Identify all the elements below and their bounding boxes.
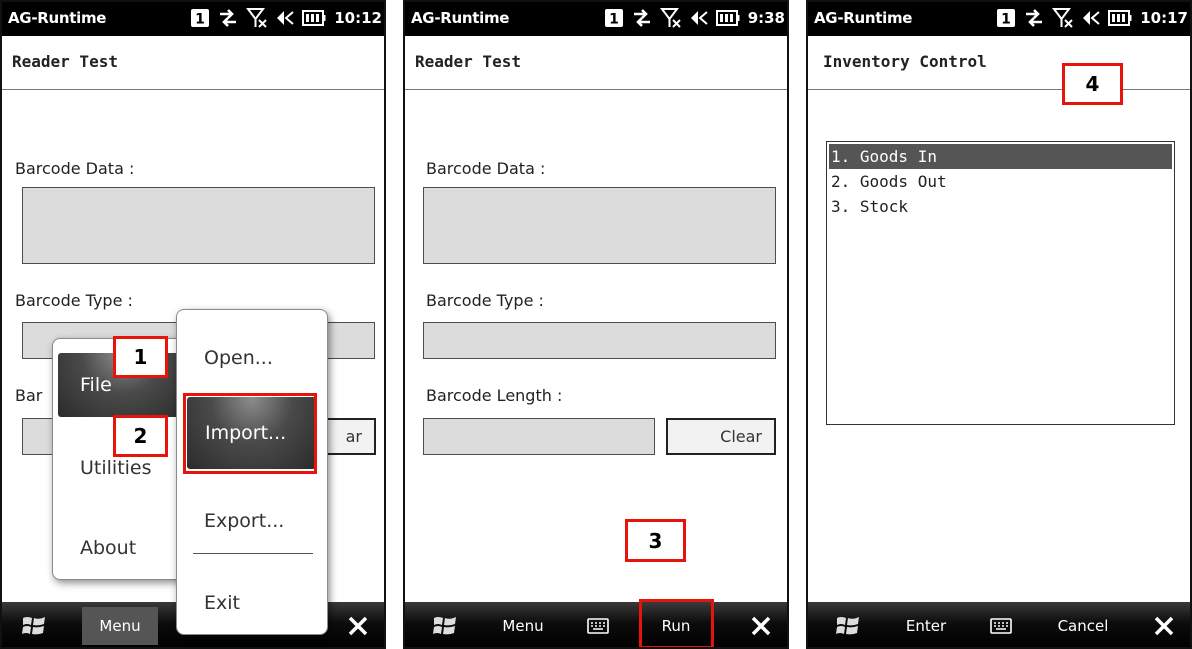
- barcode-data-label: Barcode Data :: [426, 159, 546, 178]
- barcode-length-label: Bar: [15, 386, 43, 405]
- menu-item-export[interactable]: Export...: [204, 510, 284, 532]
- battery-icon: [302, 9, 326, 27]
- volume-icon: [1081, 8, 1101, 28]
- sim-slot-1-icon: 1: [996, 8, 1016, 28]
- battery-icon: [1108, 9, 1132, 27]
- menu-item-utilities[interactable]: Utilities: [80, 457, 152, 479]
- callout-4: 4: [1062, 63, 1123, 105]
- status-bar: AG-Runtime 1 10:17: [806, 0, 1192, 36]
- barcode-data-field[interactable]: [423, 187, 776, 264]
- data-sync-icon: [631, 8, 653, 28]
- svg-text:1: 1: [609, 12, 619, 28]
- no-signal-icon: [246, 7, 268, 29]
- callout-3: 3: [625, 519, 686, 562]
- status-bar: AG-Runtime 1 9:38: [403, 0, 789, 36]
- menu-item-exit[interactable]: Exit: [204, 592, 240, 614]
- close-icon[interactable]: [338, 602, 378, 649]
- windows-start-icon[interactable]: [828, 602, 868, 649]
- page-title: Inventory Control: [823, 52, 987, 71]
- app-name: AG-Runtime: [411, 9, 510, 27]
- screen-reader-test-menu: AG-Runtime 1 10:12 Reader Test Barcode D…: [0, 0, 386, 649]
- barcode-type-field[interactable]: [423, 322, 776, 359]
- svg-text:1: 1: [195, 12, 205, 28]
- callout-2: 2: [113, 415, 168, 457]
- menu-softkey[interactable]: Menu: [485, 602, 561, 649]
- status-bar: AG-Runtime 1 10:12: [0, 0, 386, 36]
- enter-softkey[interactable]: Enter: [888, 602, 964, 649]
- menu-separator: [193, 553, 313, 554]
- menu-item-open[interactable]: Open...: [204, 347, 273, 369]
- clock: 9:38: [747, 9, 785, 27]
- import-highlight-box: [183, 393, 317, 474]
- svg-text:1: 1: [1001, 12, 1011, 28]
- menu-item-about[interactable]: About: [80, 537, 136, 559]
- app-name: AG-Runtime: [8, 9, 107, 27]
- barcode-type-label: Barcode Type :: [426, 291, 544, 310]
- barcode-length-label: Barcode Length :: [426, 386, 563, 405]
- clock: 10:17: [1140, 9, 1188, 27]
- clock: 10:12: [334, 9, 382, 27]
- barcode-length-field[interactable]: [423, 418, 655, 455]
- title-bar: Reader Test: [0, 36, 386, 90]
- windows-start-icon[interactable]: [14, 602, 54, 649]
- windows-start-icon[interactable]: [425, 602, 465, 649]
- screen-inventory-control: AG-Runtime 1 10:17 Inventory Control 1. …: [806, 0, 1192, 649]
- list-item-goods-in[interactable]: 1. Goods In: [829, 144, 1172, 169]
- list-item-goods-out[interactable]: 2. Goods Out: [829, 169, 1172, 194]
- data-sync-icon: [1023, 8, 1045, 28]
- keyboard-icon[interactable]: [583, 602, 613, 649]
- page-title: Reader Test: [12, 52, 118, 71]
- close-icon[interactable]: [1144, 602, 1184, 649]
- no-signal-icon: [659, 7, 682, 29]
- title-bar: Inventory Control: [806, 36, 1192, 90]
- clear-button[interactable]: Clear: [666, 418, 776, 455]
- list-item-stock[interactable]: 3. Stock: [829, 194, 1172, 219]
- callout-1: 1: [113, 336, 168, 378]
- sim-slot-1-icon: 1: [604, 8, 624, 28]
- page-title: Reader Test: [415, 52, 521, 71]
- volume-icon: [275, 8, 295, 28]
- title-bar: Reader Test: [403, 36, 789, 90]
- barcode-type-label: Barcode Type :: [15, 291, 133, 310]
- sim-slot-1-icon: 1: [190, 8, 210, 28]
- taskbar: Menu Run: [403, 602, 789, 649]
- volume-icon: [689, 8, 709, 28]
- close-icon[interactable]: [741, 602, 781, 649]
- keyboard-icon[interactable]: [986, 602, 1016, 649]
- data-sync-icon: [217, 8, 239, 28]
- battery-icon: [715, 9, 740, 27]
- cancel-softkey[interactable]: Cancel: [1043, 602, 1123, 649]
- taskbar: Enter Cancel: [806, 602, 1192, 649]
- menu-item-file-label: File: [80, 374, 112, 396]
- screen-reader-test-run: AG-Runtime 1 9:38 Reader Test Barcode Da…: [403, 0, 789, 649]
- run-highlight-box: [639, 599, 714, 649]
- app-name: AG-Runtime: [814, 9, 913, 27]
- menu-softkey[interactable]: Menu: [82, 607, 158, 645]
- barcode-data-label: Barcode Data :: [15, 159, 135, 178]
- menu-listbox[interactable]: 1. Goods In 2. Goods Out 3. Stock: [826, 141, 1175, 425]
- no-signal-icon: [1052, 7, 1074, 29]
- barcode-data-field[interactable]: [22, 187, 375, 264]
